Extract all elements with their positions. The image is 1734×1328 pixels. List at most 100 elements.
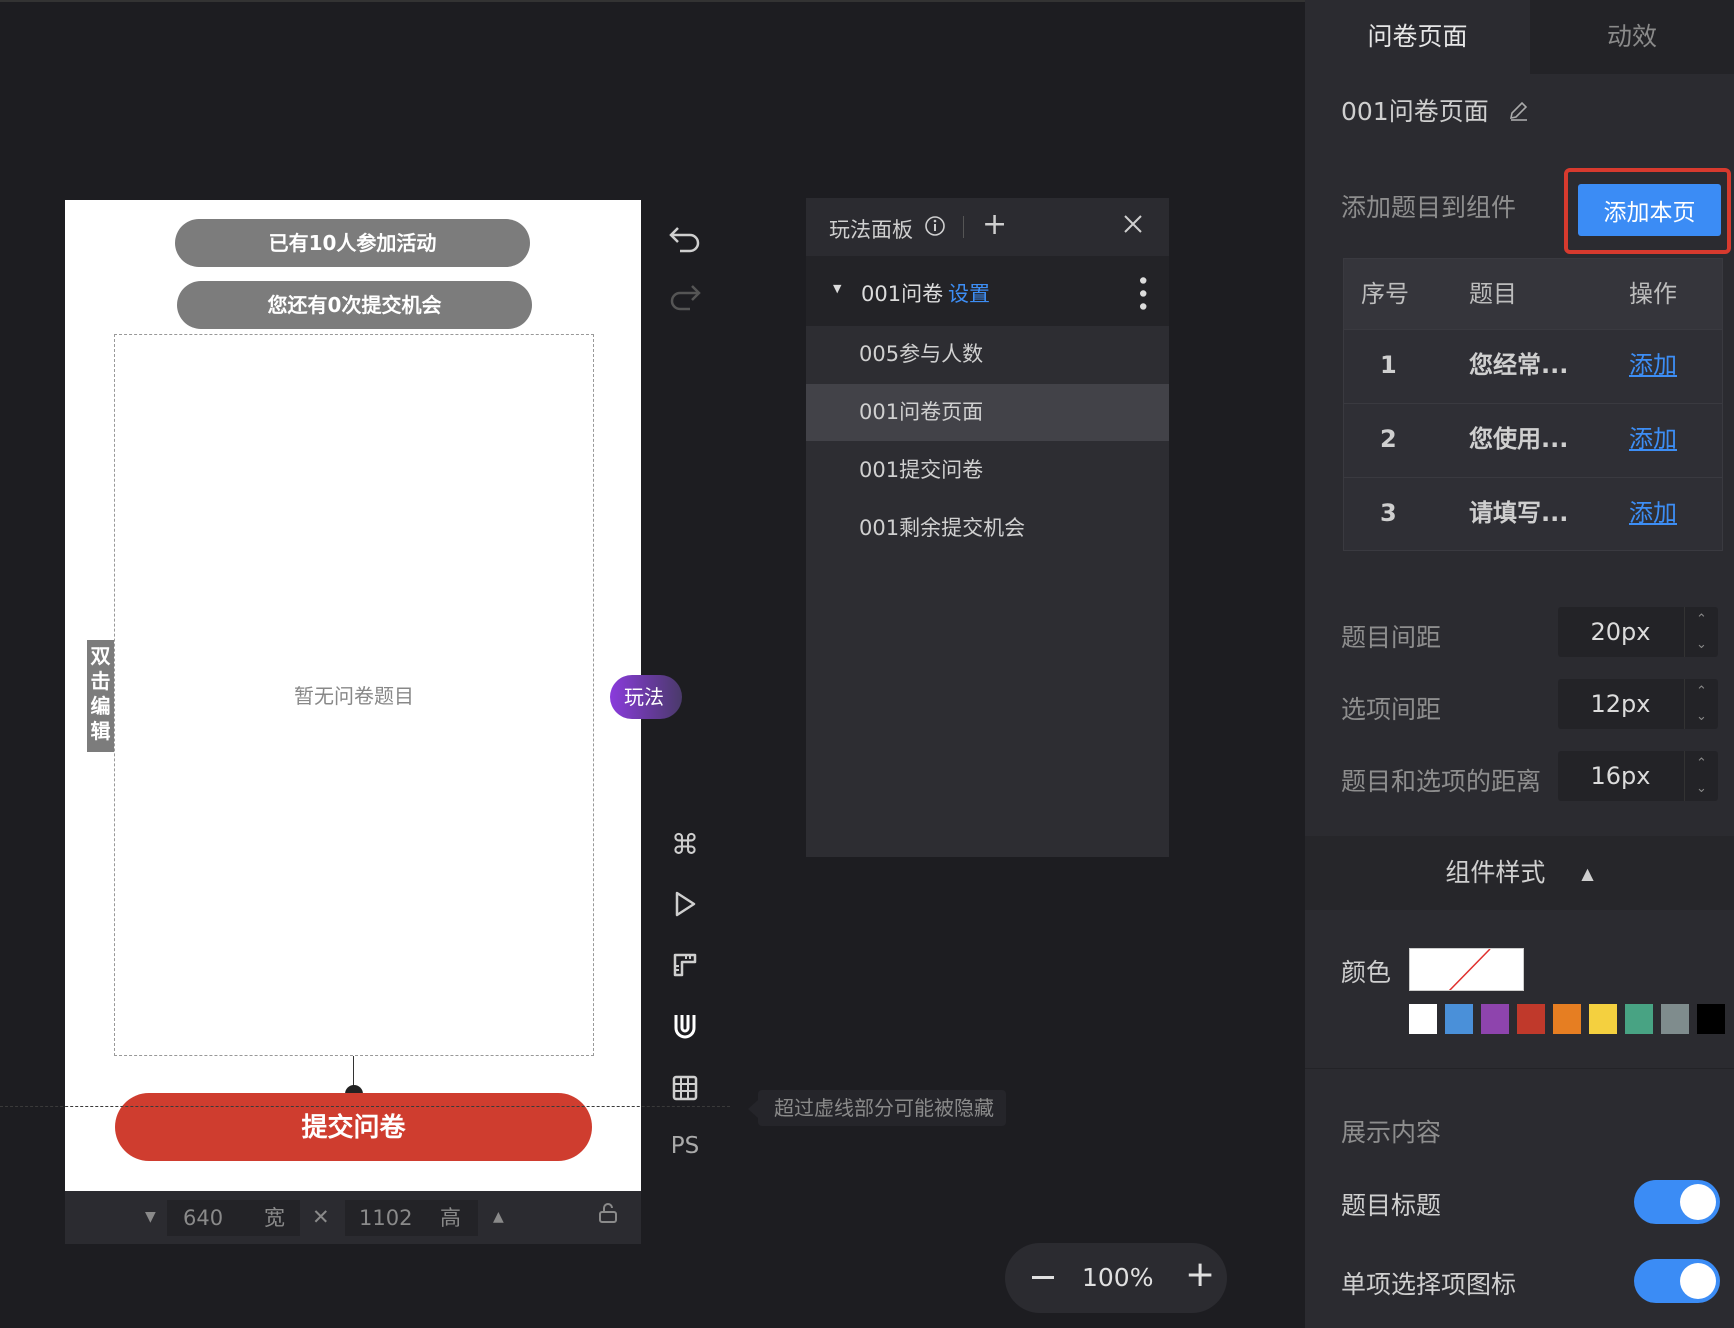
info-icon[interactable]	[924, 215, 946, 242]
question-title-toggle[interactable]	[1634, 1180, 1720, 1224]
unlock-icon[interactable]	[597, 1191, 619, 1244]
remaining-chances-pill[interactable]: 您还有0次提交机会	[177, 281, 532, 329]
empty-quiz-text: 暂无问卷题目	[294, 684, 414, 708]
header-divider	[963, 216, 964, 238]
single-choice-icon-toggle[interactable]	[1634, 1259, 1720, 1303]
more-icon[interactable]: •••	[1129, 274, 1154, 313]
ruler-icon[interactable]	[665, 951, 705, 985]
table-header: 序号 题目 操作	[1344, 259, 1722, 329]
color-swatch[interactable]	[1517, 1004, 1545, 1034]
row-add-link[interactable]: 添加	[1629, 478, 1677, 548]
increment-icon[interactable]: ⌃	[1684, 607, 1718, 632]
editor-canvas: 已有10人参加活动 您还有0次提交机会 暂无问卷题目 提交问卷 双击编辑 玩法 …	[0, 0, 1305, 1328]
decrement-icon[interactable]: ⌄	[1684, 632, 1718, 657]
undo-icon[interactable]	[665, 224, 705, 260]
play-item[interactable]: 001提交问卷	[806, 442, 1169, 499]
divider	[1305, 1068, 1734, 1069]
color-picker[interactable]	[1409, 948, 1524, 991]
play-tag[interactable]: 玩法	[610, 675, 682, 719]
size-up-icon[interactable]: ▲	[493, 1191, 504, 1244]
zoom-in-button[interactable]: +	[1185, 1255, 1215, 1295]
submit-quiz-button[interactable]: 提交问卷	[115, 1093, 592, 1161]
play-panel-header: 玩法面板 +	[806, 198, 1169, 256]
properties-panel: 问卷页面 动效 001问卷页面 添加题目到组件 添加本页 序号 题目 操作 1 …	[1305, 0, 1734, 1328]
size-down-icon[interactable]: ▼	[145, 1191, 156, 1244]
close-icon[interactable]	[1122, 213, 1144, 240]
height-unit: 高	[440, 1206, 461, 1230]
play-panel-title: 玩法面板	[829, 218, 913, 242]
add-page-highlight: 添加本页	[1564, 168, 1731, 254]
tab-bar: 问卷页面 动效	[1305, 0, 1734, 74]
row-add-link[interactable]: 添加	[1629, 330, 1677, 400]
group-setting-link[interactable]: 设置	[948, 278, 990, 308]
color-swatch[interactable]	[1553, 1004, 1581, 1034]
quiz-area[interactable]: 暂无问卷题目	[114, 334, 594, 1056]
play-item-active[interactable]: 001问卷页面	[806, 384, 1169, 441]
stepper-value[interactable]: 12px	[1558, 679, 1683, 729]
collapse-icon[interactable]: ▲	[1581, 864, 1593, 883]
color-swatch[interactable]	[1481, 1004, 1509, 1034]
header-title: 题目	[1469, 280, 1517, 308]
color-swatch[interactable]	[1697, 1004, 1725, 1034]
color-swatch[interactable]	[1589, 1004, 1617, 1034]
hint-arrow	[748, 1100, 758, 1118]
stepper-value[interactable]: 16px	[1558, 751, 1683, 801]
decrement-icon[interactable]: ⌄	[1684, 776, 1718, 801]
tab-quiz-page[interactable]: 问卷页面	[1305, 0, 1530, 74]
row-add-link[interactable]: 添加	[1629, 404, 1677, 474]
participants-pill[interactable]: 已有10人参加活动	[175, 219, 530, 267]
question-option-gap-stepper[interactable]: 16px ⌃ ⌄	[1558, 751, 1718, 801]
row-title: 您使用...	[1469, 425, 1569, 453]
ps-button[interactable]: PS	[665, 1133, 705, 1159]
question-title-toggle-label: 题目标题	[1341, 1191, 1442, 1220]
question-spacing-stepper[interactable]: 20px ⌃ ⌄	[1558, 607, 1718, 657]
size-bar: ▼ 640 宽 ✕ 1102 高 ▲	[65, 1191, 641, 1244]
option-spacing-stepper[interactable]: 12px ⌃ ⌄	[1558, 679, 1718, 729]
stepper-value[interactable]: 20px	[1558, 607, 1683, 657]
page-name: 001问卷页面	[1341, 92, 1529, 128]
row-no: 3	[1380, 499, 1397, 527]
add-question-label: 添加题目到组件	[1341, 193, 1517, 222]
phone-preview[interactable]: 已有10人参加活动 您还有0次提交机会 暂无问卷题目 提交问卷	[65, 200, 641, 1191]
zoom-out-button[interactable]	[1032, 1276, 1054, 1279]
width-unit: 宽	[264, 1206, 285, 1230]
decrement-icon[interactable]: ⌄	[1684, 704, 1718, 729]
question-option-gap-label: 题目和选项的距离	[1341, 767, 1542, 796]
row-title: 您经常...	[1469, 351, 1569, 379]
double-click-edit-tag[interactable]: 双击编辑	[87, 640, 114, 752]
width-field[interactable]: 640 宽	[167, 1200, 300, 1236]
color-label: 颜色	[1341, 958, 1392, 987]
header-no: 序号	[1361, 280, 1409, 308]
row-title: 请填写...	[1469, 499, 1569, 527]
increment-icon[interactable]: ⌃	[1684, 751, 1718, 776]
grid-icon[interactable]	[665, 1074, 705, 1108]
play-group-001[interactable]: ▼ 001问卷 设置 •••	[806, 256, 1169, 326]
header-action: 操作	[1629, 280, 1677, 308]
color-swatch[interactable]	[1409, 1004, 1437, 1034]
add-page-button[interactable]: 添加本页	[1578, 184, 1721, 236]
toggle-knob	[1680, 1263, 1716, 1299]
tab-animation[interactable]: 动效	[1530, 0, 1734, 74]
safe-area-dashed-line	[0, 1106, 730, 1107]
redo-icon[interactable]	[665, 282, 705, 318]
color-swatch[interactable]	[1625, 1004, 1653, 1034]
page-name-text: 001问卷页面	[1341, 97, 1489, 126]
group-name: 001问卷	[861, 282, 944, 306]
magnet-icon[interactable]	[665, 1012, 705, 1048]
play-item[interactable]: 005参与人数	[806, 326, 1169, 383]
row-no: 1	[1380, 351, 1397, 379]
height-field[interactable]: 1102 高	[345, 1200, 478, 1236]
display-content-label: 展示内容	[1341, 1118, 1442, 1147]
increment-icon[interactable]: ⌃	[1684, 679, 1718, 704]
edit-icon[interactable]	[1507, 99, 1529, 128]
command-icon[interactable]: ⌘	[665, 828, 705, 861]
color-swatch[interactable]	[1661, 1004, 1689, 1034]
color-swatch[interactable]	[1445, 1004, 1473, 1034]
play-item[interactable]: 001剩余提交机会	[806, 500, 1169, 557]
play-icon[interactable]	[665, 890, 705, 924]
component-style-section[interactable]: 组件样式 ▲	[1305, 836, 1734, 910]
caret-down-icon[interactable]: ▼	[833, 282, 841, 295]
question-table: 序号 题目 操作 1 您经常... 添加 2 您使用... 添加 3 请填写..…	[1343, 258, 1723, 551]
add-icon[interactable]: +	[982, 210, 1007, 240]
component-style-title: 组件样式	[1445, 858, 1546, 887]
